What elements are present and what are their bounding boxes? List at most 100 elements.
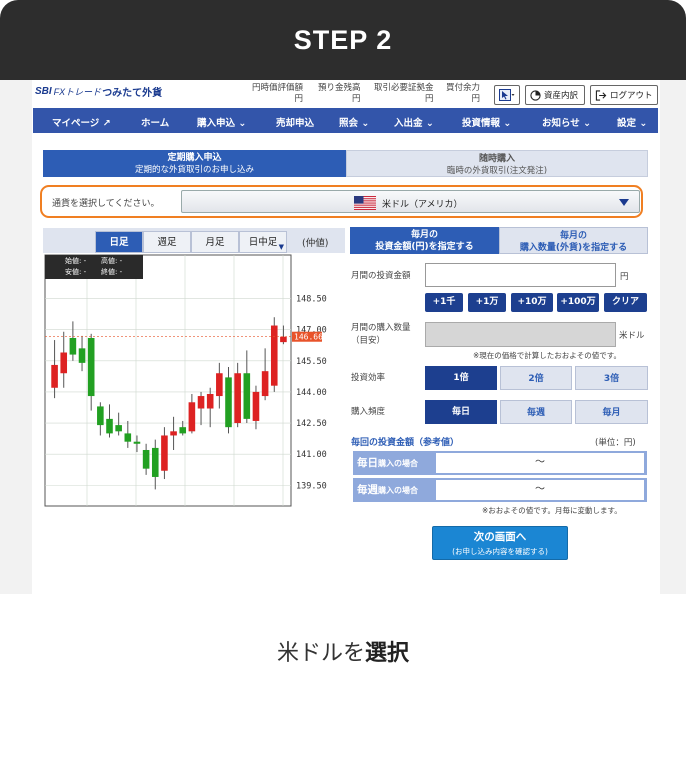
tab-regular-purchase[interactable]: 定期購入申込 定期的な外貨取引のお申し込み bbox=[43, 150, 346, 177]
currency-select[interactable]: 米ドル（アメリカ） bbox=[181, 190, 640, 213]
candle-body bbox=[151, 447, 159, 477]
account-unit: 円 bbox=[352, 94, 361, 104]
chevron-down-icon: ⌄ bbox=[503, 118, 512, 129]
caption-text: 米ドルを bbox=[276, 641, 365, 666]
assets-button[interactable]: 資産内訳 bbox=[525, 85, 585, 105]
nav-buy[interactable]: 購入申込 ⌄ bbox=[197, 115, 246, 129]
nav-label: 照会 bbox=[339, 118, 359, 129]
account-margin: 取引必要証拠金 円 bbox=[374, 83, 434, 105]
currency-highlight-box: 通貨を選択してください。 米ドル（アメリカ） bbox=[40, 185, 643, 218]
tab-specify-amount[interactable]: 毎月の 投資金額(円)を指定する bbox=[350, 227, 499, 254]
chevron-down-icon: ⌄ bbox=[639, 118, 648, 129]
cursor-icon bbox=[499, 89, 515, 101]
tab-weekly[interactable]: 週足 bbox=[143, 231, 191, 253]
nav-label: ホーム bbox=[141, 118, 170, 129]
pie-chart-icon bbox=[530, 89, 541, 101]
nav-deposit[interactable]: 入出金 ⌄ bbox=[394, 115, 434, 129]
frequency-label: 購入頻度 bbox=[351, 407, 386, 417]
add-100k-button[interactable]: +10万 bbox=[511, 293, 553, 312]
add-1m-button[interactable]: +100万 bbox=[557, 293, 599, 312]
candle-body bbox=[124, 433, 132, 442]
logo-sbi: SBI bbox=[35, 85, 52, 97]
y-tick-label: 144.00 bbox=[296, 388, 327, 398]
tab-line: 毎月の bbox=[410, 230, 438, 240]
monthly-qty-unit: 米ドル bbox=[619, 331, 645, 341]
price-type-label: (仲値) bbox=[302, 238, 329, 249]
currency-value: 米ドル（アメリカ） bbox=[382, 200, 463, 210]
add-1k-button[interactable]: +1千 bbox=[425, 293, 463, 312]
candle-body bbox=[60, 352, 68, 374]
nav-label: マイページ bbox=[52, 118, 100, 129]
monthly-amount-input[interactable] bbox=[425, 263, 616, 287]
currency-label: 通貨を選択してください。 bbox=[52, 199, 160, 209]
label-small: 購入の場合 bbox=[378, 486, 418, 495]
account-deposit: 預り金残高 円 bbox=[318, 83, 361, 105]
chevron-down-icon: ⌄ bbox=[361, 118, 370, 129]
nav-mypage[interactable]: マイページ ↗ bbox=[52, 115, 111, 129]
estimate-note: ※おおよその値です。月毎に変動します。 bbox=[482, 506, 622, 515]
nav-notice[interactable]: お知らせ ⌄ bbox=[542, 115, 591, 129]
y-tick-label: 145.50 bbox=[296, 357, 327, 367]
efficiency-2x[interactable]: 2倍 bbox=[500, 366, 572, 390]
monthly-qty-field bbox=[425, 322, 616, 347]
caption-bold: 選択 bbox=[365, 641, 410, 666]
candle-body bbox=[179, 427, 187, 434]
tab-daily[interactable]: 日足 bbox=[95, 231, 143, 253]
current-price-label: 146.66 bbox=[294, 333, 323, 342]
nav-inquiry[interactable]: 照会 ⌄ bbox=[339, 115, 369, 129]
chart-period-tabs: 日足 週足 月足 日中足 ▼ bbox=[43, 228, 345, 253]
logo-fx: FXトレード bbox=[53, 86, 102, 97]
assets-label: 資産内訳 bbox=[544, 91, 579, 101]
add-10k-button[interactable]: +1万 bbox=[468, 293, 506, 312]
account-buying-power: 買付余力 円 bbox=[446, 83, 480, 105]
next-button[interactable]: 次の画面へ (お申し込み内容を確認する) bbox=[432, 526, 568, 560]
tab-specify-quantity[interactable]: 毎月の 購入数量(外貨)を指定する bbox=[499, 227, 648, 254]
candlestick-chart[interactable]: 148.50147.00145.50144.00142.50141.00139.… bbox=[43, 253, 345, 509]
candle-body bbox=[142, 449, 150, 469]
candle-body bbox=[161, 435, 168, 471]
ohlc-box bbox=[45, 255, 143, 279]
tab-line: 購入数量(外貨)を指定する bbox=[519, 243, 628, 253]
cursor-menu-button[interactable] bbox=[494, 85, 520, 105]
candle-body bbox=[106, 418, 113, 434]
tab-monthly[interactable]: 月足 bbox=[191, 231, 239, 253]
logout-button[interactable]: ログアウト bbox=[590, 85, 658, 105]
nav-home[interactable]: ホーム bbox=[141, 115, 169, 129]
candle-body bbox=[243, 373, 251, 419]
nav-info[interactable]: 投資情報 ⌄ bbox=[462, 115, 511, 129]
candle-body bbox=[225, 377, 232, 428]
nav-sell[interactable]: 売却申込 bbox=[276, 115, 314, 129]
frequency-monthly[interactable]: 毎月 bbox=[575, 400, 648, 424]
candle-body bbox=[188, 402, 196, 432]
tab-subtitle: 臨時の外貨取引(注文発注) bbox=[446, 166, 548, 176]
y-tick-label: 139.50 bbox=[296, 481, 327, 491]
candle-body bbox=[115, 425, 122, 432]
candle-body bbox=[78, 348, 86, 363]
nav-settings[interactable]: 設定 ⌄ bbox=[617, 115, 647, 129]
screenshot-area: SBI FXトレード つみたて外貨 円時価評価額 円 預り金残高 円 取引必要証… bbox=[0, 80, 686, 594]
clear-button[interactable]: クリア bbox=[604, 293, 647, 312]
label-line: 月間の購入数量 bbox=[351, 323, 411, 333]
candle-body bbox=[280, 336, 287, 343]
account-label: 円時価評価額 bbox=[252, 83, 304, 93]
estimate-unit: (単位：円) bbox=[595, 438, 636, 448]
account-label: 預り金残高 bbox=[318, 83, 361, 93]
frequency-daily[interactable]: 毎日 bbox=[425, 400, 497, 424]
estimate-weekly-row: 毎週購入の場合 ～ bbox=[353, 478, 647, 502]
frequency-weekly[interactable]: 毎週 bbox=[500, 400, 572, 424]
estimate-title: 毎回の投資金額（参考値） bbox=[351, 438, 460, 448]
account-valuation: 円時価評価額 円 bbox=[252, 83, 303, 105]
estimate-weekly-label: 毎週購入の場合 bbox=[357, 478, 418, 503]
efficiency-1x[interactable]: 1倍 bbox=[425, 366, 497, 390]
tab-spot-purchase[interactable]: 随時購入 臨時の外貨取引(注文発注) bbox=[346, 150, 648, 177]
monthly-amount-unit: 円 bbox=[620, 272, 629, 282]
account-unit: 円 bbox=[425, 94, 434, 104]
nav-label: 購入申込 bbox=[197, 118, 236, 129]
label-big: 毎週 bbox=[357, 484, 378, 496]
chevron-down-icon: ⌄ bbox=[238, 118, 247, 129]
account-label: 買付余力 bbox=[446, 83, 481, 93]
efficiency-3x[interactable]: 3倍 bbox=[575, 366, 648, 390]
chevron-down-icon: ⌄ bbox=[425, 118, 434, 129]
tab-intraday[interactable]: 日中足 ▼ bbox=[239, 231, 287, 253]
tab-line: 毎月の bbox=[559, 231, 587, 241]
